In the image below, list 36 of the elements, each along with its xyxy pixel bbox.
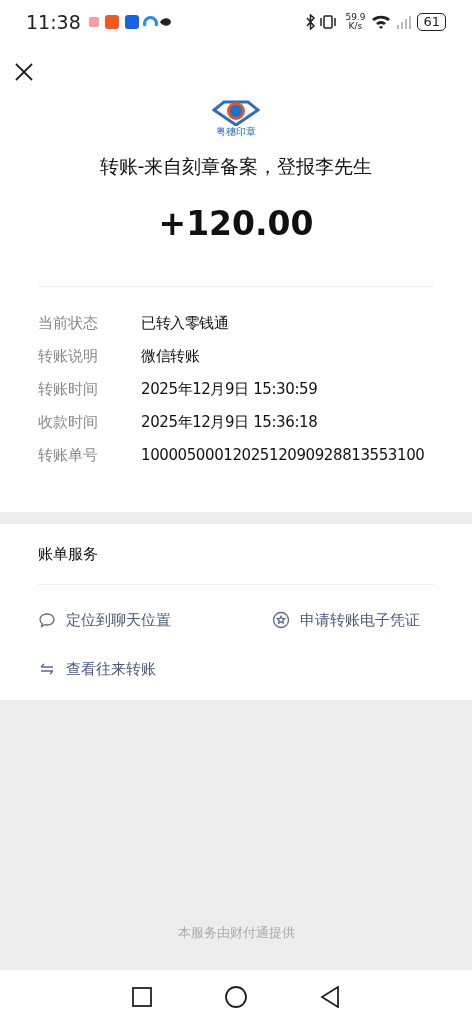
- recent-apps-icon[interactable]: [131, 987, 152, 1007]
- home-icon[interactable]: [225, 986, 247, 1008]
- footer-note: 本服务由财付通提供: [177, 923, 295, 942]
- app-icon: [88, 17, 99, 27]
- bluetooth-icon: [306, 14, 316, 30]
- signal-bars-icon: [397, 16, 412, 29]
- detail-value: 2025年12月9日 15:30:59: [141, 379, 318, 401]
- back-icon[interactable]: [320, 986, 341, 1008]
- app-icon: [124, 15, 139, 29]
- app-icon: [104, 15, 119, 29]
- wifi-icon: [372, 15, 391, 29]
- close-icon[interactable]: [14, 62, 34, 82]
- detail-label: 当前状态: [38, 313, 99, 335]
- service-link[interactable]: 定位到聊天位置: [38, 609, 236, 632]
- network-speed: 59.9 K/s: [345, 13, 366, 31]
- transfer-amount: +120.00: [158, 202, 314, 245]
- transfer-title: 转账-来自刻章备案，登报李先生: [99, 154, 373, 179]
- detail-label: 转账时间: [38, 379, 99, 401]
- vibrate-icon: [320, 15, 337, 29]
- detail-value: 微信转账: [141, 346, 200, 368]
- detail-value: 1000050001202512090928813553100: [141, 445, 425, 467]
- detail-label: 转账单号: [38, 445, 99, 467]
- detail-label: 转账说明: [38, 346, 99, 368]
- detail-value: 已转入零钱通: [141, 313, 229, 335]
- service-link[interactable]: 查看往来转账: [38, 657, 236, 680]
- eye-icon: [159, 18, 171, 26]
- chat-bubble-icon: [38, 611, 56, 630]
- services-title: 账单服务: [38, 543, 99, 565]
- service-link[interactable]: 申请转账电子凭证: [236, 609, 434, 632]
- logo-caption: 粤穗印章: [216, 126, 256, 138]
- battery-level: 61: [417, 13, 446, 31]
- detail-label: 收款时间: [38, 412, 99, 434]
- clock-time: 11:38: [26, 9, 81, 35]
- detail-value: 2025年12月9日 15:36:18: [141, 412, 318, 434]
- star-circle-icon: [272, 611, 290, 630]
- logo-icon: [212, 100, 260, 126]
